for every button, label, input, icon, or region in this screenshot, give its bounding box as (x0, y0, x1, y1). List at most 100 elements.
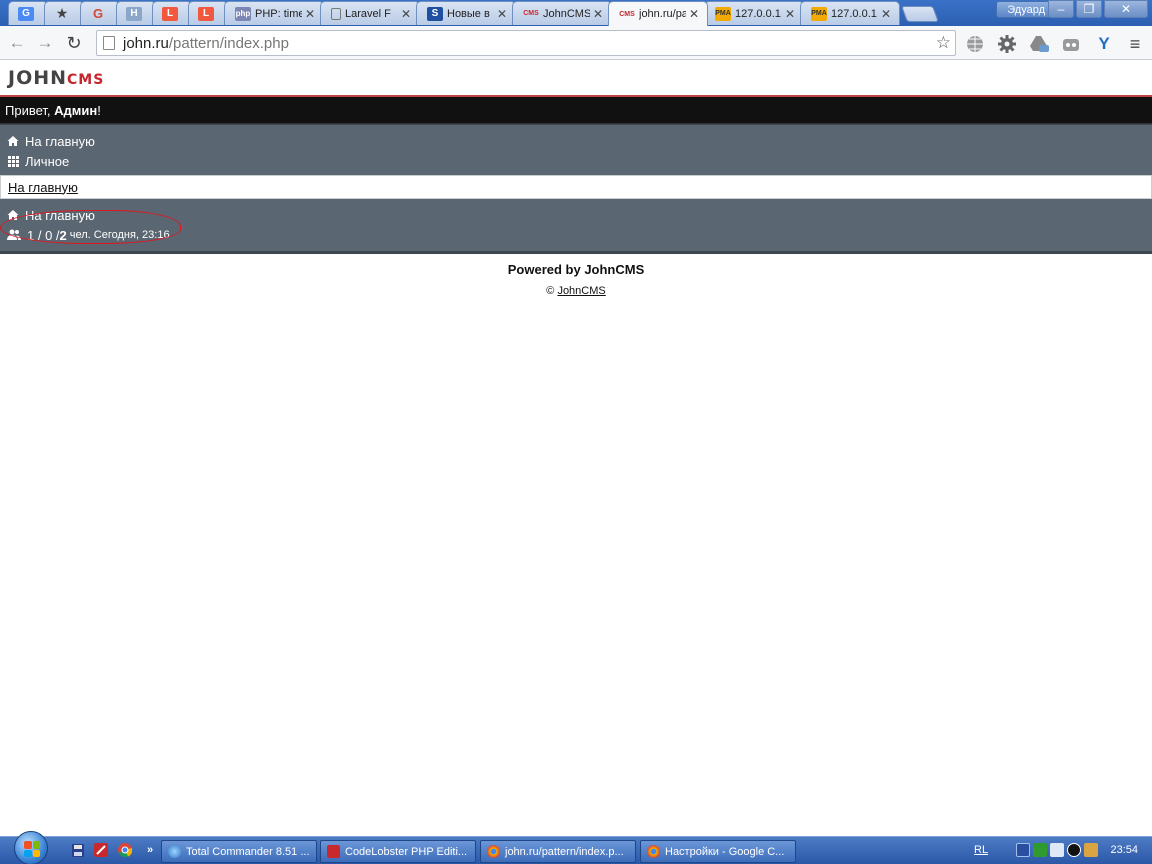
home-icon (7, 209, 19, 221)
close-icon[interactable]: ✕ (305, 7, 315, 21)
stack-icon: S (427, 6, 443, 21)
codelobster-quick-icon[interactable] (93, 842, 109, 858)
flag-icon[interactable] (1033, 843, 1047, 857)
start-button[interactable] (14, 831, 48, 864)
taskbar-total-commander[interactable]: Total Commander 8.51 ... (161, 840, 317, 863)
greeting-name: Админ (54, 102, 98, 118)
tab-john-pattern-active[interactable]: CMS john.ru/pa ✕ (608, 1, 708, 26)
web-page: JOHNCMS Привет, Админ! На главную Личное… (0, 61, 1152, 836)
tab-pinned-h[interactable]: H (116, 1, 156, 25)
language-indicator[interactable]: RL (974, 844, 988, 856)
hammer-icon[interactable] (1084, 843, 1098, 857)
chrome-quick-icon[interactable] (117, 842, 133, 858)
minimize-button[interactable]: ‒ (1048, 0, 1074, 18)
tab-pma-2[interactable]: PMA 127.0.0.1 ✕ (800, 1, 900, 25)
menu-item-personal[interactable]: Личное (0, 151, 1152, 171)
address-bar[interactable]: john.ru/pattern/index.php ☆ (96, 30, 956, 56)
close-icon[interactable]: ✕ (881, 7, 891, 21)
bookmark-star-icon[interactable]: ☆ (936, 33, 951, 53)
yandex-icon[interactable]: Y (1093, 33, 1115, 55)
copyright-symbol: © (546, 285, 555, 297)
tab-list: G ★ G H L L php PHP: time ✕ Laravel F ✕ … (8, 1, 939, 26)
close-icon[interactable]: ✕ (785, 7, 795, 21)
footer-panel: На главную 1 / 0 / 2 чел. Сегодня, 23:16 (0, 199, 1152, 254)
close-icon[interactable]: ✕ (401, 7, 411, 21)
task-label: Настройки - Google C... (665, 845, 785, 858)
powered-by: Powered by JohnCMS (507, 262, 645, 277)
tab-pinned-translate[interactable]: G (8, 1, 48, 25)
reload-icon[interactable]: ↻ (63, 32, 85, 54)
tab-title: JohnCMS (543, 7, 590, 20)
taskbar-chrome-john[interactable]: john.ru/pattern/index.p... (480, 840, 636, 863)
site-logo[interactable]: JOHNCMS (8, 67, 104, 89)
menu-item-label: На главную (25, 133, 95, 149)
tab-title: Laravel F (345, 7, 391, 20)
drive-off-icon[interactable] (1028, 33, 1050, 55)
greeting-suffix: ! (97, 102, 101, 118)
tab-pinned-laravel-1[interactable]: L (152, 1, 192, 25)
back-arrow-icon[interactable]: ← (6, 32, 28, 54)
google-icon: G (92, 6, 104, 21)
daemon-icon[interactable] (1067, 843, 1081, 857)
stats-counts: 1 / 0 / (27, 227, 60, 243)
menu-item-label: Личное (25, 153, 70, 169)
footer-home-link[interactable]: На главную (0, 205, 1152, 225)
new-tab-button[interactable] (901, 6, 939, 22)
johncms-icon: CMS (619, 10, 635, 18)
tab-title: PHP: time (255, 7, 302, 20)
browser-toolbar: ← → ↻ john.ru/pattern/index.php ☆ Y ≡ (0, 26, 1152, 60)
google-translate-icon: G (18, 6, 34, 21)
close-icon[interactable]: ✕ (497, 7, 507, 21)
close-icon[interactable]: ✕ (593, 7, 603, 21)
copyright-link[interactable]: JohnCMS (557, 285, 605, 297)
tab-pinned-google[interactable]: G (80, 1, 120, 25)
online-stats[interactable]: 1 / 0 / 2 чел. Сегодня, 23:16 (0, 210, 1152, 245)
tab-pinned-bookmarks[interactable]: ★ (44, 1, 84, 25)
restore-button[interactable]: ❐ (1076, 0, 1102, 18)
greeting-prefix: Привет, (5, 102, 51, 118)
more-chevron-icon[interactable]: » (142, 842, 158, 858)
codelobster-icon (327, 845, 340, 858)
window-controls: ‒ ❐ ✕ (1048, 0, 1148, 18)
chrome-icon (487, 845, 500, 858)
forward-arrow-icon[interactable]: → (34, 32, 56, 54)
laravel-icon: L (162, 6, 178, 21)
extension-icon[interactable] (1060, 33, 1082, 55)
task-label: Total Commander 8.51 ... (186, 845, 310, 858)
h-icon: H (126, 6, 142, 21)
close-window-button[interactable]: ✕ (1104, 0, 1148, 18)
pma-icon: PMA (811, 6, 827, 21)
grid-icon (7, 155, 19, 167)
menu-hamburger-icon[interactable]: ≡ (1124, 33, 1146, 55)
breadcrumb-home-link[interactable]: На главную (8, 180, 78, 195)
network-icon[interactable] (1016, 843, 1030, 857)
close-icon[interactable]: ✕ (689, 7, 699, 21)
menu-item-home[interactable]: На главную (0, 131, 1152, 151)
tray-icons (1016, 843, 1098, 857)
greeting-bar: Привет, Админ! (0, 97, 1152, 124)
globe-icon[interactable] (964, 33, 986, 55)
tab-johncms[interactable]: CMS JohnCMS ✕ (512, 1, 612, 25)
volume-icon[interactable] (1050, 843, 1064, 857)
breadcrumb-bar: На главную (0, 175, 1152, 199)
site-header: JOHNCMS (0, 61, 1152, 97)
php-icon: php (235, 6, 251, 21)
footer-home-label: На главную (25, 207, 95, 223)
tray-clock[interactable]: 23:54 (1110, 844, 1138, 856)
taskbar-chrome-settings[interactable]: Настройки - Google C... (640, 840, 796, 863)
tab-title: john.ru/pa (639, 8, 686, 20)
tab-pma-1[interactable]: PMA 127.0.0.1 ✕ (704, 1, 804, 25)
tab-pinned-laravel-2[interactable]: L (188, 1, 228, 25)
tab-stackoverflow[interactable]: S Новые в ✕ (416, 1, 516, 25)
taskbar-codelobster[interactable]: CodeLobster PHP Editi... (320, 840, 476, 863)
tab-title: Новые в (447, 7, 490, 20)
home-icon (7, 135, 19, 147)
tab-php-time[interactable]: php PHP: time ✕ (224, 1, 324, 25)
page-icon (103, 36, 115, 50)
star-icon: ★ (55, 5, 69, 21)
user-menu-panel: На главную Личное (0, 124, 1152, 175)
floppy-icon[interactable] (70, 842, 86, 858)
tab-laravel[interactable]: Laravel F ✕ (320, 1, 420, 25)
stats-suffix: чел. Сегодня, 23:16 (69, 229, 170, 241)
gear-icon[interactable] (996, 33, 1018, 55)
